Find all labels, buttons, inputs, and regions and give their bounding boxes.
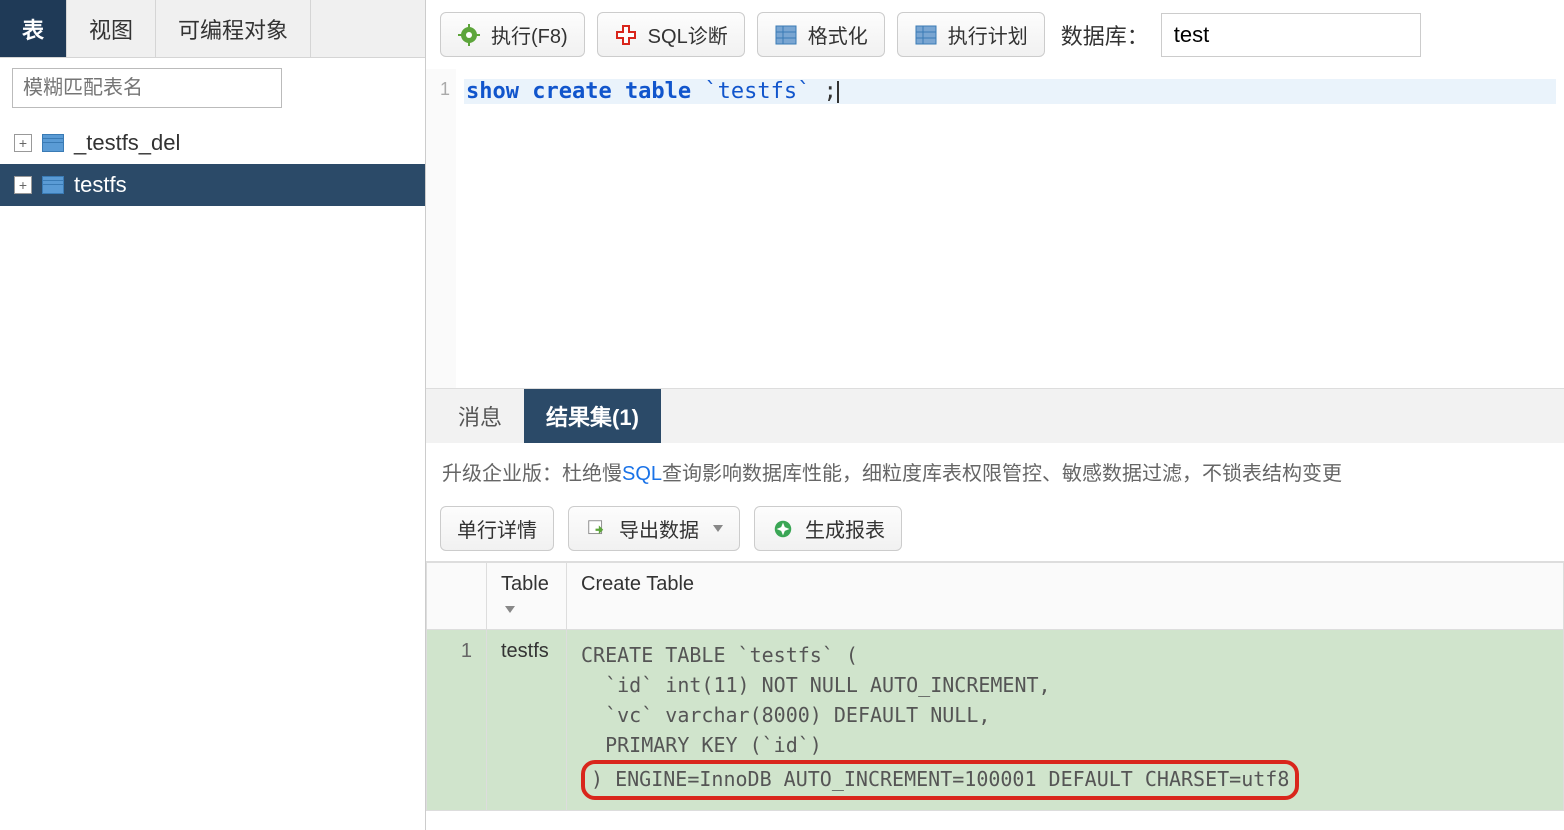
tab-resultset[interactable]: 结果集(1) xyxy=(524,389,661,443)
search-box xyxy=(12,68,413,108)
gutter: 1 xyxy=(426,69,456,388)
tab-programmable[interactable]: 可编程对象 xyxy=(156,0,311,57)
row-number: 1 xyxy=(427,630,487,811)
promo-banner: 升级企业版：杜绝慢SQL查询影响数据库性能，细粒度库表权限管控、敏感数据过滤，不… xyxy=(426,443,1564,500)
sparkle-icon xyxy=(771,517,795,541)
database-label: 数据库： xyxy=(1061,19,1149,51)
table-icon xyxy=(42,134,64,152)
col-createtable[interactable]: Create Table xyxy=(567,563,1564,630)
left-panel: 表 视图 可编程对象 + _testfs_del + testfs xyxy=(0,0,426,830)
gear-icon xyxy=(457,23,481,47)
diagnose-button[interactable]: SQL诊断 xyxy=(597,12,745,57)
tree-item-label: _testfs_del xyxy=(74,130,180,156)
col-table[interactable]: Table xyxy=(487,563,567,630)
database-input[interactable] xyxy=(1161,13,1421,57)
result-tabs: 消息 结果集(1) xyxy=(426,389,1564,443)
tab-message[interactable]: 消息 xyxy=(436,389,524,443)
tree: + _testfs_del + testfs xyxy=(0,122,425,206)
execute-button[interactable]: 执行(F8) xyxy=(440,12,585,57)
detail-button[interactable]: 单行详情 xyxy=(440,506,554,551)
tab-views[interactable]: 视图 xyxy=(67,0,156,57)
format-button[interactable]: 格式化 xyxy=(757,12,885,57)
table-icon xyxy=(42,176,64,194)
report-button[interactable]: 生成报表 xyxy=(754,506,902,551)
tree-item[interactable]: + testfs xyxy=(0,164,425,206)
chevron-down-icon xyxy=(505,606,515,613)
expand-icon[interactable]: + xyxy=(14,176,32,194)
right-panel: 执行(F8) SQL诊断 格式化 执行计划 数据库： xyxy=(426,0,1564,830)
code-area[interactable]: show create table `testfs` ; xyxy=(456,69,1564,388)
promo-link[interactable]: SQL xyxy=(622,463,662,485)
expand-icon[interactable]: + xyxy=(14,134,32,152)
table-row[interactable]: 1 testfs CREATE TABLE `testfs` ( `id` in… xyxy=(427,630,1564,811)
result-toolbar: 单行详情 导出数据 生成报表 xyxy=(426,500,1564,561)
left-tabs: 表 视图 可编程对象 xyxy=(0,0,425,58)
tree-item[interactable]: + _testfs_del xyxy=(0,122,425,164)
cell-create-table: CREATE TABLE `testfs` ( `id` int(11) NOT… xyxy=(567,630,1564,811)
export-button[interactable]: 导出数据 xyxy=(568,506,740,551)
search-input[interactable] xyxy=(12,68,282,108)
grid-icon xyxy=(914,23,938,47)
cell-table: testfs xyxy=(487,630,567,811)
toolbar: 执行(F8) SQL诊断 格式化 执行计划 数据库： xyxy=(426,0,1564,69)
sql-editor[interactable]: 1 show create table `testfs` ; xyxy=(426,69,1564,389)
plan-button[interactable]: 执行计划 xyxy=(897,12,1045,57)
plus-icon xyxy=(614,23,638,47)
highlight-box: ) ENGINE=InnoDB AUTO_INCREMENT=100001 DE… xyxy=(581,760,1299,800)
tab-tables[interactable]: 表 xyxy=(0,0,67,57)
chevron-down-icon xyxy=(713,525,723,532)
col-rownum[interactable] xyxy=(427,563,487,630)
result-table: Table Create Table 1 testfs CREATE TABLE… xyxy=(426,561,1564,811)
grid-icon xyxy=(774,23,798,47)
export-icon xyxy=(585,517,609,541)
tree-item-label: testfs xyxy=(74,172,127,198)
